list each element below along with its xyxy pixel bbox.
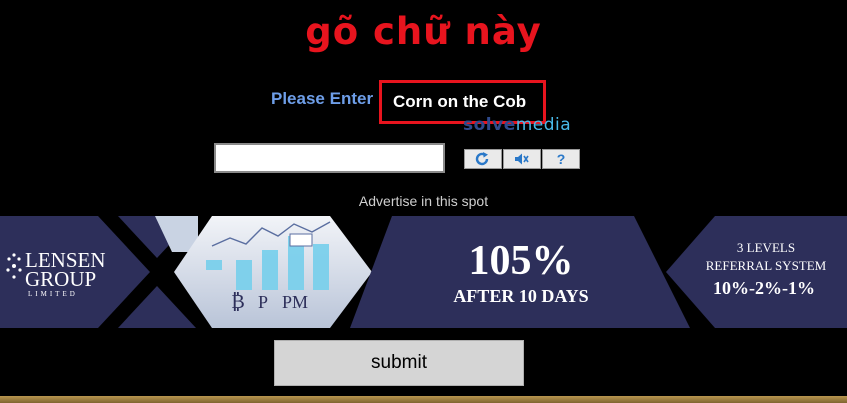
captcha-prompt-row: Please Enter Corn on the Cob [0, 80, 847, 124]
footer-bar [0, 396, 847, 403]
captcha-answer-input[interactable] [214, 143, 445, 173]
audio-button[interactable] [503, 149, 541, 169]
lensen-line3: LIMITED [28, 290, 78, 298]
lensen-line2: GROUP [25, 267, 96, 291]
refresh-button[interactable] [464, 149, 502, 169]
speaker-icon [515, 153, 529, 165]
ticker-p: P [258, 292, 268, 312]
brand-part-2: media [515, 115, 572, 135]
help-icon: ? [556, 151, 566, 167]
svg-text:₿: ₿ [231, 291, 245, 313]
return-percent: 105% [469, 238, 574, 284]
advertise-label: Advertise in this spot [358, 193, 489, 209]
refresh-icon [475, 152, 489, 166]
referral-levels: 3 LEVELS [737, 240, 795, 255]
referral-title: REFERRAL SYSTEM [706, 258, 827, 273]
solvemedia-logo: solvemedia [463, 115, 571, 135]
ticker-pm: PM [282, 292, 308, 312]
ad-banner[interactable]: ₿ P PM LENSEN GROUP LIMITED 105% AFTER 1… [0, 216, 847, 328]
help-button[interactable]: ? [542, 149, 580, 169]
return-period: AFTER 10 DAYS [453, 286, 588, 306]
referral-rates: 10%-2%-1% [713, 278, 815, 298]
captcha-prompt-label: Please Enter [271, 89, 374, 108]
submit-button[interactable]: submit [274, 340, 524, 386]
brand-part-1: solve [463, 115, 516, 135]
annotation-text: gõ chữ này [305, 10, 542, 53]
